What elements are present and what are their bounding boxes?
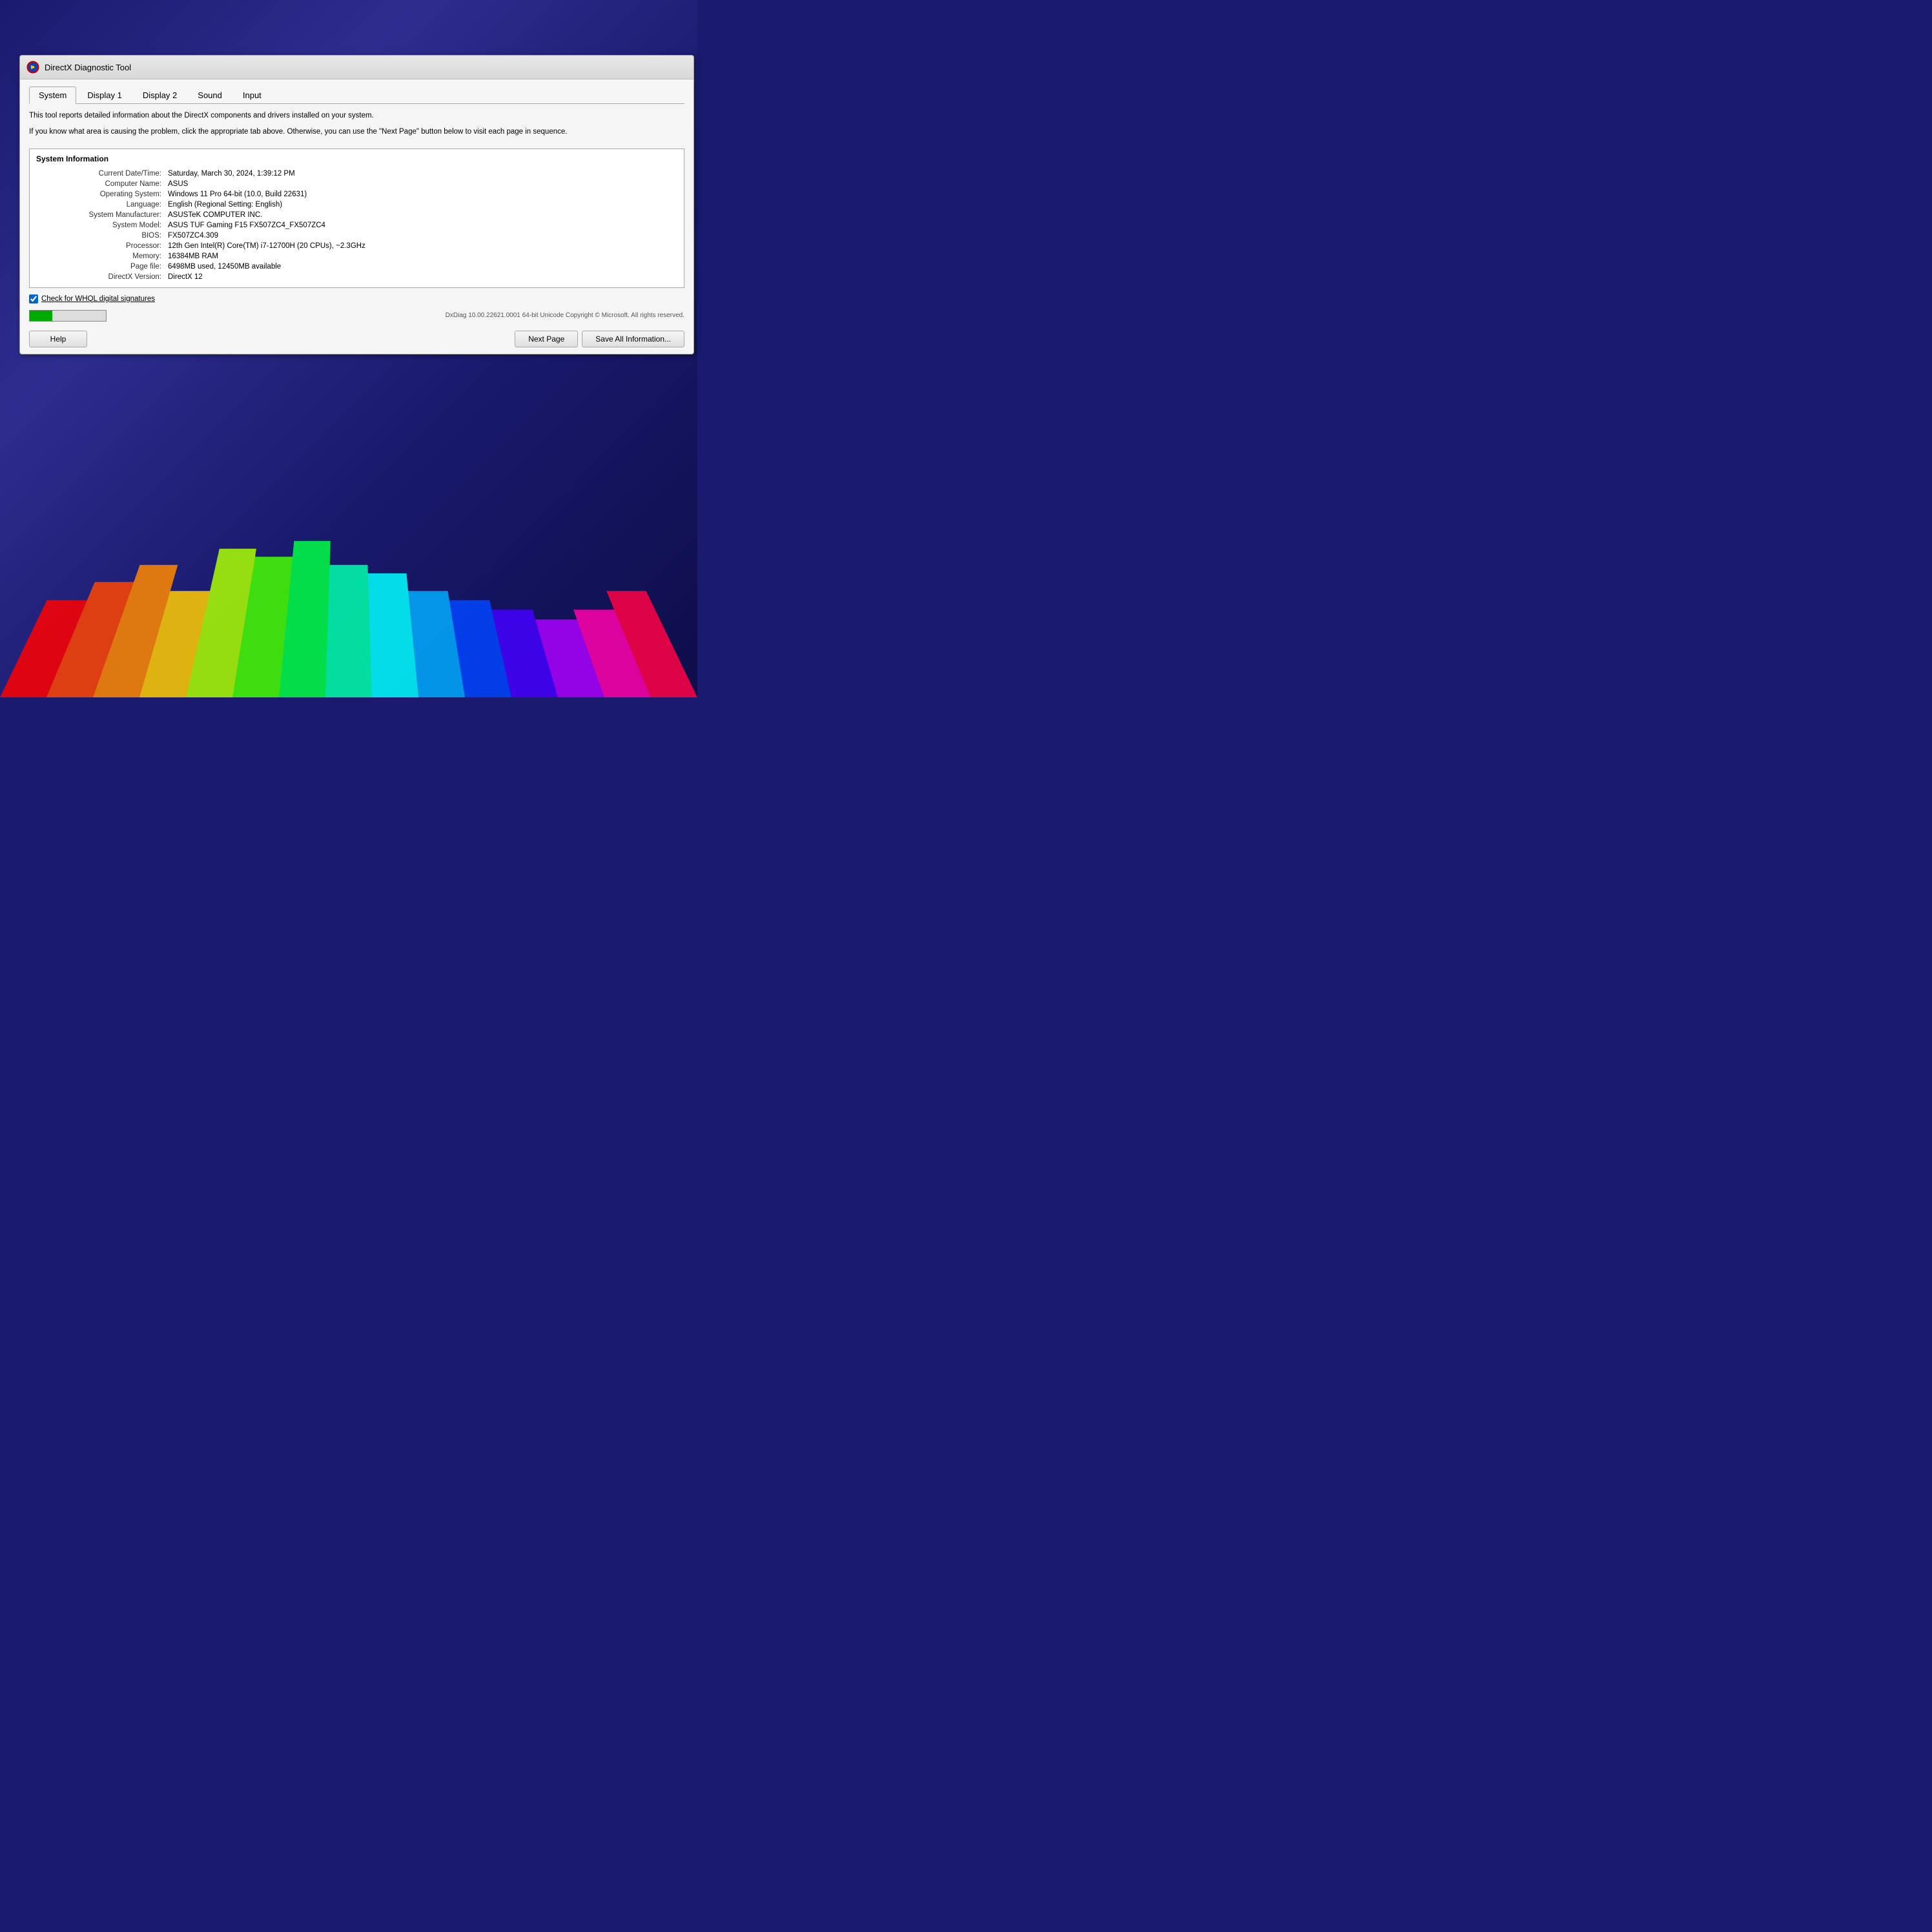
field-value: 12th Gen Intel(R) Core(TM) i7-12700H (20… <box>165 241 677 251</box>
table-row: Page file:6498MB used, 12450MB available <box>36 262 677 272</box>
field-value: 16384MB RAM <box>165 251 677 262</box>
directx-diagnostic-window: DirectX Diagnostic Tool System Display 1… <box>19 55 694 355</box>
window-title: DirectX Diagnostic Tool <box>45 63 131 72</box>
field-value: ASUS TUF Gaming F15 FX507ZC4_FX507ZC4 <box>165 220 677 231</box>
color-bars-decoration <box>0 512 697 697</box>
field-value: Windows 11 Pro 64-bit (10.0, Build 22631… <box>165 189 677 200</box>
window-body: System Display 1 Display 2 Sound Input T… <box>20 79 694 354</box>
window-titlebar: DirectX Diagnostic Tool <box>20 56 694 79</box>
field-label: DirectX Version: <box>36 272 165 282</box>
tab-input[interactable]: Input <box>233 87 271 104</box>
field-label: Processor: <box>36 241 165 251</box>
field-label: Language: <box>36 200 165 210</box>
field-value: 6498MB used, 12450MB available <box>165 262 677 272</box>
tab-system[interactable]: System <box>29 87 76 104</box>
field-label: BIOS: <box>36 231 165 241</box>
button-row: Help Next Page Save All Information... <box>29 328 684 347</box>
whql-checkbox[interactable] <box>29 294 38 303</box>
whql-checkbox-row: Check for WHQL digital signatures <box>29 294 684 303</box>
field-label: Computer Name: <box>36 179 165 189</box>
system-info-table: Current Date/Time:Saturday, March 30, 20… <box>36 169 677 282</box>
color-bar <box>325 565 372 697</box>
table-row: Memory:16384MB RAM <box>36 251 677 262</box>
field-value: ASUSTeK COMPUTER INC. <box>165 210 677 220</box>
right-buttons: Next Page Save All Information... <box>515 331 684 347</box>
field-label: System Model: <box>36 220 165 231</box>
field-label: Memory: <box>36 251 165 262</box>
table-row: BIOS:FX507ZC4.309 <box>36 231 677 241</box>
section-title: System Information <box>36 154 677 163</box>
tab-display1[interactable]: Display 1 <box>77 87 131 104</box>
tab-display2[interactable]: Display 2 <box>133 87 187 104</box>
save-all-button[interactable]: Save All Information... <box>582 331 684 347</box>
table-row: System Model:ASUS TUF Gaming F15 FX507ZC… <box>36 220 677 231</box>
whql-label[interactable]: Check for WHQL digital signatures <box>41 295 155 303</box>
field-value: FX507ZC4.309 <box>165 231 677 241</box>
intro-text-2: If you know what area is causing the pro… <box>29 127 684 138</box>
directx-icon <box>26 61 39 74</box>
tab-sound[interactable]: Sound <box>188 87 232 104</box>
next-page-button[interactable]: Next Page <box>515 331 578 347</box>
system-info-section: System Information Current Date/Time:Sat… <box>29 149 684 288</box>
field-label: Operating System: <box>36 189 165 200</box>
help-button[interactable]: Help <box>29 331 87 347</box>
field-value: Saturday, March 30, 2024, 1:39:12 PM <box>165 169 677 179</box>
field-value: DirectX 12 <box>165 272 677 282</box>
tab-bar: System Display 1 Display 2 Sound Input <box>29 86 684 104</box>
table-row: Processor:12th Gen Intel(R) Core(TM) i7-… <box>36 241 677 251</box>
table-row: System Manufacturer:ASUSTeK COMPUTER INC… <box>36 210 677 220</box>
table-row: DirectX Version:DirectX 12 <box>36 272 677 282</box>
table-row: Computer Name:ASUS <box>36 179 677 189</box>
field-label: Current Date/Time: <box>36 169 165 179</box>
table-row: Operating System:Windows 11 Pro 64-bit (… <box>36 189 677 200</box>
field-value: English (Regional Setting: English) <box>165 200 677 210</box>
progress-bar <box>29 310 107 322</box>
intro-text-1: This tool reports detailed information a… <box>29 110 684 121</box>
status-text: DxDiag 10.00.22621.0001 64-bit Unicode C… <box>113 312 684 319</box>
table-row: Current Date/Time:Saturday, March 30, 20… <box>36 169 677 179</box>
field-label: Page file: <box>36 262 165 272</box>
field-value: ASUS <box>165 179 677 189</box>
progress-bar-fill <box>30 311 52 321</box>
field-label: System Manufacturer: <box>36 210 165 220</box>
table-row: Language:English (Regional Setting: Engl… <box>36 200 677 210</box>
status-row: DxDiag 10.00.22621.0001 64-bit Unicode C… <box>29 310 684 322</box>
